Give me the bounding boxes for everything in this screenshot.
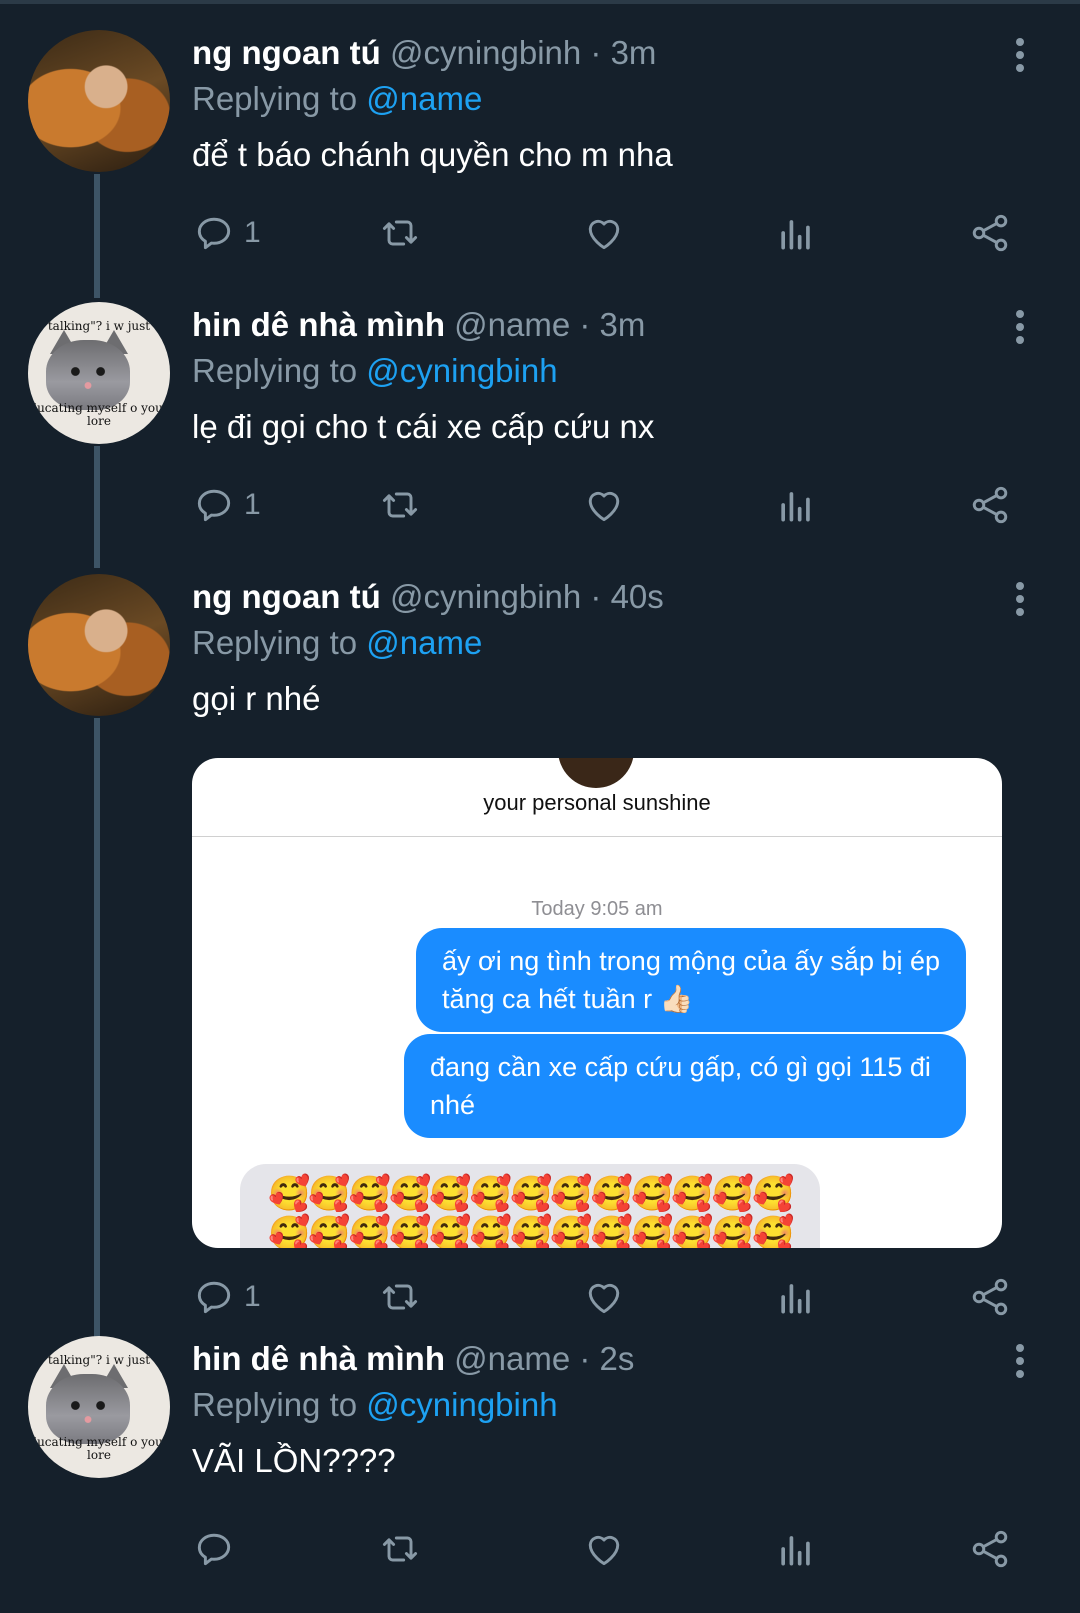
handle-time: @cyningbinh · 3m — [389, 34, 657, 71]
tweet-text: lẹ đi gọi cho t cái xe cấp cứu nx — [192, 408, 655, 445]
tweet-header: ng ngoan tú @cyningbinh · 40s — [192, 578, 664, 616]
reply-count: 1 — [244, 1280, 261, 1313]
tweet[interactable]: ng ngoan tú @cyningbinh · 3m Replying to… — [0, 30, 1080, 270]
more-vertical-icon[interactable] — [1014, 38, 1026, 76]
like-button[interactable] — [582, 1272, 626, 1322]
mention-link[interactable]: @cyningbinh — [366, 352, 557, 389]
retweet-button[interactable] — [378, 208, 422, 258]
share-button[interactable] — [968, 208, 1012, 258]
tweet-text: VÃI LỒN???? — [192, 1442, 396, 1479]
heart-icon — [588, 491, 620, 522]
avatar[interactable]: talking"? i w just ducating myself o you… — [28, 1336, 170, 1478]
more-vertical-icon[interactable] — [1014, 310, 1026, 348]
contact-avatar — [558, 758, 634, 788]
handle-time: @cyningbinh · 40s — [389, 578, 664, 615]
analytics-button[interactable] — [774, 208, 818, 258]
tweet-header: hin dê nhà mình @name · 2s — [192, 1340, 634, 1378]
like-button[interactable] — [582, 1524, 626, 1574]
retweet-icon — [382, 1536, 418, 1562]
mention-link[interactable]: @name — [366, 80, 482, 117]
reply-button[interactable]: 1 — [192, 208, 261, 258]
mention-link[interactable]: @name — [366, 624, 482, 661]
handle-time: @name · 2s — [454, 1340, 635, 1377]
retweet-button[interactable] — [378, 480, 422, 530]
retweet-icon — [382, 1284, 418, 1310]
display-name[interactable]: hin dê nhà mình — [192, 306, 445, 343]
tweet-header: ng ngoan tú @cyningbinh · 3m — [192, 34, 656, 72]
heart-icon — [588, 1535, 620, 1566]
tweet-text: để t báo chánh quyền cho m nha — [192, 136, 673, 173]
replying-label: Replying to — [192, 80, 358, 117]
more-vertical-icon[interactable] — [1014, 582, 1026, 620]
reply-icon — [197, 1533, 231, 1566]
share-button[interactable] — [968, 480, 1012, 530]
message-timestamp: Today 9:05 am — [192, 898, 1002, 921]
reply-count: 1 — [244, 488, 261, 521]
avatar[interactable]: talking"? i w just ducating myself o you… — [28, 302, 170, 444]
reply-button[interactable]: 1 — [192, 480, 261, 530]
sent-message-bubble: đang cần xe cấp cứu gấp, có gì gọi 115 đ… — [404, 1034, 966, 1138]
retweet-button[interactable] — [378, 1524, 422, 1574]
handle-time: @name · 3m — [454, 306, 646, 343]
display-name[interactable]: ng ngoan tú — [192, 578, 381, 615]
sent-message-bubble: ấy ơi ng tình trong mộng của ấy sắp bị é… — [416, 928, 966, 1032]
replying-to: Replying to @cyningbinh — [192, 1386, 558, 1424]
top-divider — [0, 0, 1080, 4]
avatar-caption: ducating myself o your lore — [29, 401, 169, 428]
share-button[interactable] — [968, 1524, 1012, 1574]
replying-to: Replying to @name — [192, 80, 482, 118]
analytics-button[interactable] — [774, 480, 818, 530]
reply-count: 1 — [244, 216, 261, 249]
avatar[interactable] — [28, 30, 170, 172]
kitten-photo — [46, 1374, 130, 1444]
avatar[interactable] — [28, 574, 170, 716]
timestamp-time: 9:05 am — [590, 898, 663, 920]
like-button[interactable] — [582, 480, 626, 530]
header-divider — [192, 836, 1002, 837]
heart-icon — [588, 1283, 620, 1314]
share-button[interactable] — [968, 1272, 1012, 1322]
tweet[interactable]: talking"? i w just ducating myself o you… — [0, 302, 1080, 542]
replying-to: Replying to @name — [192, 624, 482, 662]
timestamp-day: Today — [531, 898, 585, 920]
mention-link[interactable]: @cyningbinh — [366, 1386, 557, 1423]
tweet-header: hin dê nhà mình @name · 3m — [192, 306, 645, 344]
display-name[interactable]: hin dê nhà mình — [192, 1340, 445, 1377]
retweet-icon — [382, 492, 418, 518]
analytics-button[interactable] — [774, 1272, 818, 1322]
received-message-bubble: 🥰🥰🥰🥰🥰🥰🥰🥰🥰🥰🥰🥰🥰🥰🥰🥰🥰🥰🥰🥰🥰🥰🥰🥰🥰🥰 — [240, 1164, 820, 1248]
more-vertical-icon[interactable] — [1014, 1344, 1026, 1382]
kitten-photo — [46, 340, 130, 410]
share-icon — [972, 214, 1008, 252]
reply-icon — [197, 217, 231, 250]
reply-button[interactable] — [192, 1524, 244, 1574]
heart-icon — [588, 219, 620, 250]
like-button[interactable] — [582, 208, 626, 258]
analytics-icon — [781, 220, 810, 250]
analytics-button[interactable] — [774, 1524, 818, 1574]
tweet[interactable]: talking"? i w just ducating myself o you… — [0, 1336, 1080, 1596]
replying-label: Replying to — [192, 624, 358, 661]
replying-label: Replying to — [192, 1386, 358, 1423]
analytics-icon — [781, 1284, 810, 1314]
share-icon — [972, 1530, 1008, 1568]
replying-to: Replying to @cyningbinh — [192, 352, 558, 390]
avatar-caption: talking"? i w just — [47, 1353, 151, 1367]
avatar-caption: ducating myself o your lore — [29, 1435, 169, 1462]
tweet-image[interactable]: your personal sunshine Today 9:05 am ấy … — [192, 758, 1002, 1248]
contact-name: your personal sunshine — [483, 790, 711, 815]
display-name[interactable]: ng ngoan tú — [192, 34, 381, 71]
retweet-icon — [382, 220, 418, 246]
share-icon — [972, 486, 1008, 524]
reply-icon — [197, 1281, 231, 1314]
analytics-icon — [781, 1536, 810, 1566]
reply-button[interactable]: 1 — [192, 1272, 261, 1322]
reply-icon — [197, 489, 231, 522]
replying-label: Replying to — [192, 352, 358, 389]
share-icon — [972, 1278, 1008, 1316]
retweet-button[interactable] — [378, 1272, 422, 1322]
tweet-text: gọi r nhé — [192, 680, 321, 717]
avatar-caption: talking"? i w just — [47, 319, 151, 333]
analytics-icon — [781, 492, 810, 522]
